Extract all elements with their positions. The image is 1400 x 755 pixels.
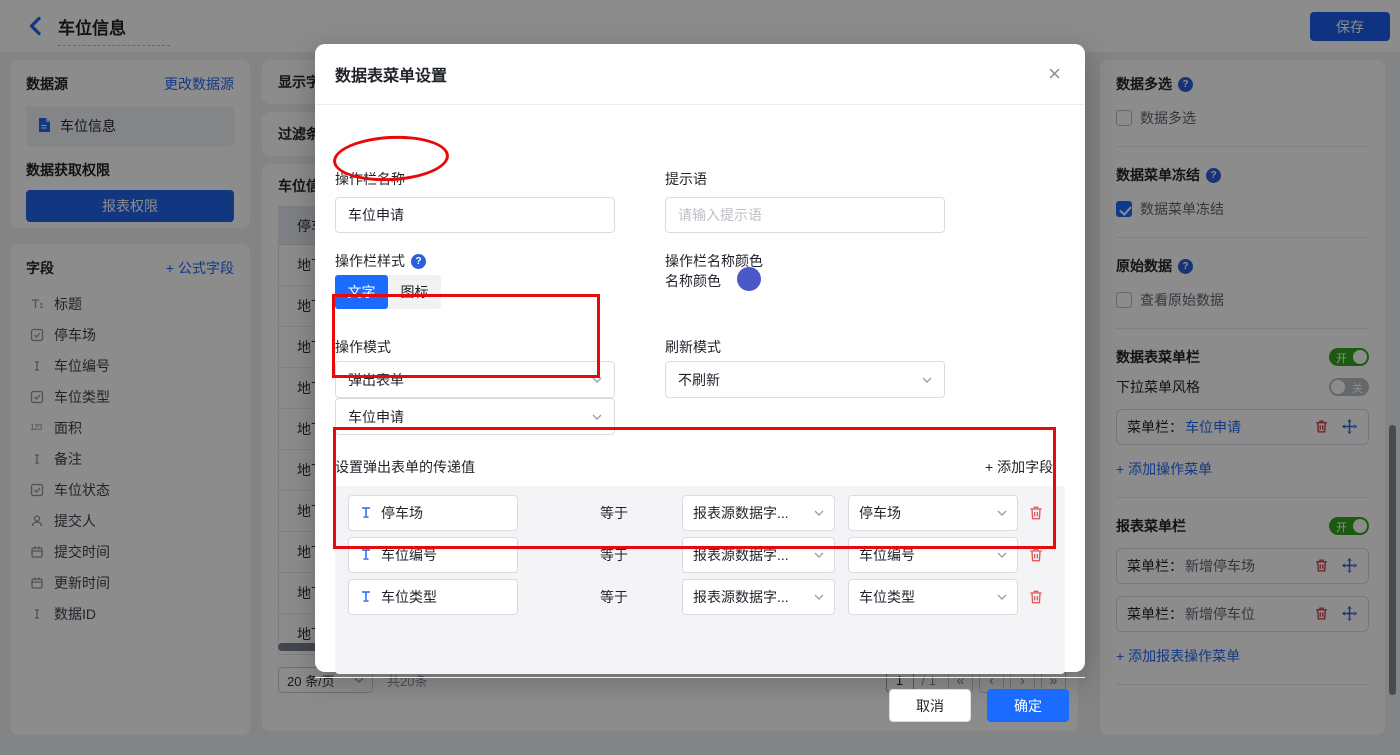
tab-icon[interactable]: 图标 — [388, 275, 441, 309]
chevron-down-icon — [814, 594, 824, 600]
source-type-value: 报表源数据字... — [693, 587, 789, 607]
transfer-values-panel: 停车场 等于 报表源数据字... 停车场 车位编号 等于 — [335, 486, 1065, 674]
field-name-input[interactable]: 停车场 — [348, 495, 518, 531]
source-field-select[interactable]: 停车场 — [848, 495, 1018, 531]
text-field-icon — [359, 505, 373, 522]
popup-form-value: 车位申请 — [348, 407, 404, 427]
action-mode-value: 弹出表单 — [348, 370, 404, 390]
transfer-values-title: 设置弹出表单的传递值 — [335, 457, 475, 477]
table-menu-settings-dialog: 数据表菜单设置 × 操作栏名称 提示语 操作栏样式 ? 文字 图标 操作栏名称颜… — [315, 44, 1085, 672]
refresh-mode-label: 刷新模式 — [665, 337, 721, 357]
close-icon[interactable]: × — [1048, 63, 1061, 85]
source-field-select[interactable]: 车位编号 — [848, 537, 1018, 573]
chevron-down-icon — [814, 552, 824, 558]
action-bar-name-label: 操作栏名称 — [335, 169, 405, 189]
action-bar-style-label: 操作栏样式 ? — [335, 251, 426, 271]
field-name-value: 车位编号 — [381, 545, 437, 565]
dialog-title: 数据表菜单设置 — [335, 62, 447, 86]
field-name-input[interactable]: 车位编号 — [348, 537, 518, 573]
tip-label: 提示语 — [665, 169, 707, 189]
name-color-label: 名称颜色 — [665, 271, 721, 291]
chevron-down-icon — [997, 552, 1007, 558]
field-name-input[interactable]: 车位类型 — [348, 579, 518, 615]
chevron-down-icon — [592, 414, 602, 420]
chevron-down-icon — [997, 594, 1007, 600]
source-field-select[interactable]: 车位类型 — [848, 579, 1018, 615]
cancel-button[interactable]: 取消 — [889, 689, 971, 722]
transfer-row: 停车场 等于 报表源数据字... 停车场 — [335, 495, 1065, 531]
refresh-mode-select[interactable]: 不刷新 — [665, 361, 945, 398]
add-field-link[interactable]: + 添加字段 — [985, 457, 1053, 477]
color-swatch[interactable] — [737, 267, 761, 291]
source-field-value: 停车场 — [859, 503, 901, 523]
field-name-value: 停车场 — [381, 503, 423, 523]
chevron-down-icon — [814, 510, 824, 516]
text-field-icon — [359, 547, 373, 564]
chevron-down-icon — [997, 510, 1007, 516]
trash-icon[interactable] — [1028, 589, 1044, 605]
help-icon[interactable]: ? — [411, 254, 426, 269]
popup-form-select[interactable]: 车位申请 — [335, 398, 615, 435]
action-bar-name-input[interactable] — [335, 197, 615, 233]
text-field-icon — [359, 589, 373, 606]
transfer-row: 车位类型 等于 报表源数据字... 车位类型 — [335, 579, 1065, 615]
field-name-value: 车位类型 — [381, 587, 437, 607]
operator-label: 等于 — [584, 503, 644, 523]
source-type-select[interactable]: 报表源数据字... — [682, 537, 835, 573]
tab-text[interactable]: 文字 — [335, 275, 388, 309]
style-tabs: 文字 图标 — [335, 275, 441, 309]
action-mode-select[interactable]: 弹出表单 — [335, 361, 615, 398]
transfer-row: 车位编号 等于 报表源数据字... 车位编号 — [335, 537, 1065, 573]
refresh-mode-value: 不刷新 — [678, 370, 720, 390]
source-type-select[interactable]: 报表源数据字... — [682, 495, 835, 531]
action-mode-label: 操作模式 — [335, 337, 391, 357]
tip-input[interactable] — [665, 197, 945, 233]
confirm-button[interactable]: 确定 — [987, 689, 1069, 722]
operator-label: 等于 — [584, 587, 644, 607]
operator-label: 等于 — [584, 545, 644, 565]
action-bar-style-text: 操作栏样式 — [335, 251, 405, 271]
source-type-value: 报表源数据字... — [693, 545, 789, 565]
source-type-select[interactable]: 报表源数据字... — [682, 579, 835, 615]
source-field-value: 车位编号 — [859, 545, 915, 565]
chevron-down-icon — [592, 377, 602, 383]
source-field-value: 车位类型 — [859, 587, 915, 607]
trash-icon[interactable] — [1028, 505, 1044, 521]
source-type-value: 报表源数据字... — [693, 503, 789, 523]
chevron-down-icon — [922, 377, 932, 383]
trash-icon[interactable] — [1028, 547, 1044, 563]
